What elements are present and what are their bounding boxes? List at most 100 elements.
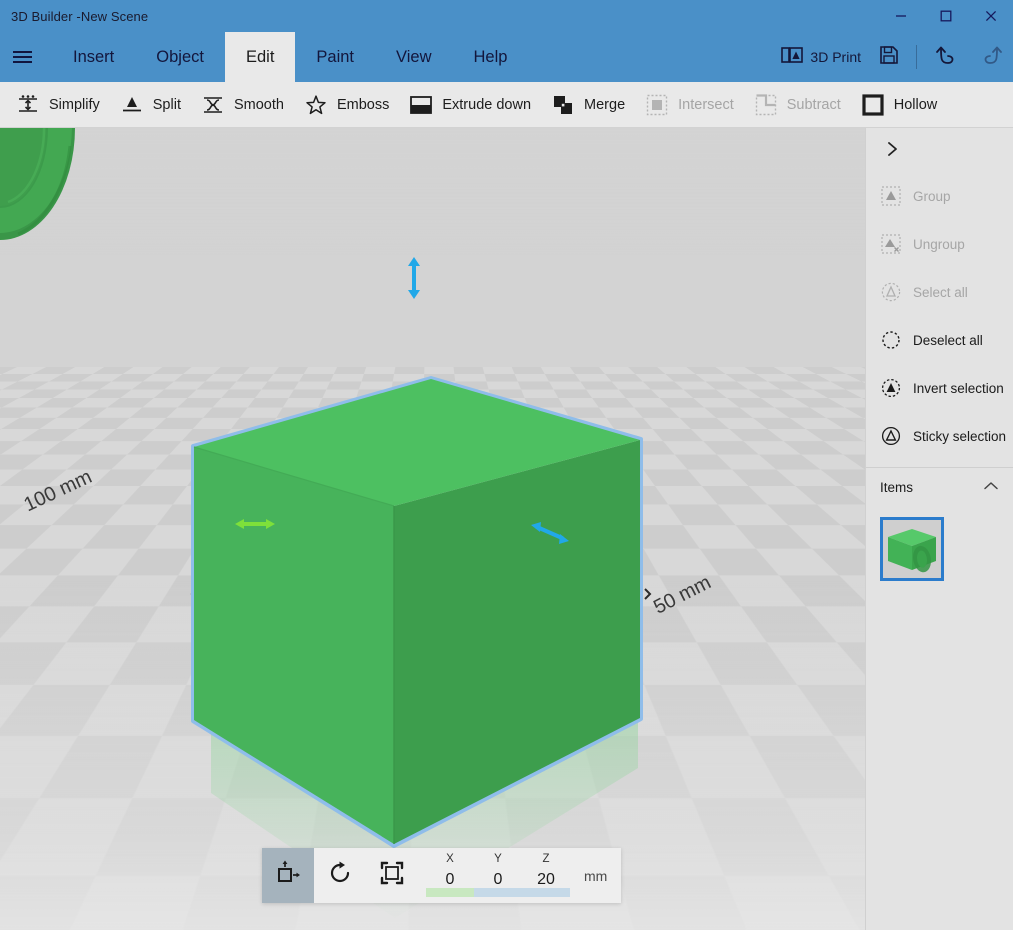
x-value: 0 <box>445 870 455 888</box>
select-all-icon <box>880 281 902 303</box>
undo-button[interactable] <box>925 32 969 82</box>
move-z-arrow-handle[interactable] <box>404 256 424 305</box>
window-controls <box>878 0 1013 32</box>
sidebar-item-ungroup[interactable]: Ungroup <box>866 220 1013 268</box>
sidebar-item-group[interactable]: Group <box>866 172 1013 220</box>
move-x-arrow-handle[interactable] <box>234 513 276 540</box>
tab-edit[interactable]: Edit <box>224 32 296 82</box>
command-toolbar: Simplify Split Smooth Emboss Extrude dow… <box>0 82 1013 128</box>
emboss-button[interactable]: Emboss <box>294 82 399 128</box>
tab-view-label: View <box>396 47 432 66</box>
tab-object[interactable]: Object <box>135 32 225 82</box>
chevron-right-icon <box>884 140 900 161</box>
expand-panel-button[interactable] <box>866 128 1013 172</box>
subtract-button[interactable]: Subtract <box>744 82 851 128</box>
move-y-arrow-handle[interactable] <box>529 518 571 553</box>
3d-print-label: 3D Print <box>810 49 861 65</box>
sidebar-item-select-all[interactable]: Select all <box>866 268 1013 316</box>
sidebar-item-invert-selection[interactable]: Invert selection <box>866 364 1013 412</box>
tab-view[interactable]: View <box>375 32 452 82</box>
emboss-icon <box>304 93 328 117</box>
save-button[interactable] <box>870 32 908 82</box>
sidebar-item-sticky-selection[interactable]: Sticky selection <box>866 412 1013 460</box>
merge-icon <box>551 93 575 117</box>
intersect-icon <box>645 93 669 117</box>
rotate-mode-button[interactable] <box>314 848 366 903</box>
sidebar-item-deselect-all[interactable]: Deselect all <box>866 316 1013 364</box>
smooth-label: Smooth <box>233 96 284 113</box>
scale-mode-button[interactable] <box>366 848 418 903</box>
sidebar-item-ungroup-label: Ungroup <box>913 236 965 252</box>
item-thumbnail-cube-image <box>888 529 936 573</box>
smooth-button[interactable]: Smooth <box>191 82 294 128</box>
emboss-label: Emboss <box>336 96 390 113</box>
tab-insert[interactable]: Insert <box>52 32 135 82</box>
redo-button[interactable] <box>969 32 1013 82</box>
toolbar-divider <box>916 45 917 69</box>
minimize-button[interactable] <box>878 0 923 32</box>
intersect-button[interactable]: Intersect <box>635 82 744 128</box>
sticky-selection-icon <box>880 425 902 447</box>
embossed-zero <box>520 618 624 880</box>
menubar-actions: 3D Print <box>772 32 1013 82</box>
z-field[interactable]: Z 20 <box>522 848 570 903</box>
z-value: 20 <box>537 870 555 888</box>
deselect-all-icon <box>880 329 902 351</box>
tab-insert-label: Insert <box>73 47 115 66</box>
menu-bar: Insert Object Edit Paint View Help 3D Pr… <box>0 32 1013 82</box>
y-field[interactable]: Y 0 <box>474 848 522 903</box>
subtract-label: Subtract <box>786 96 841 113</box>
chevron-up-icon[interactable] <box>983 480 999 495</box>
tab-object-label: Object <box>156 47 204 66</box>
3d-viewport[interactable]: 100 mm 50 mm X 0 Y 0 Z 20 mm <box>0 128 865 930</box>
items-list <box>866 507 1013 581</box>
tab-paint[interactable]: Paint <box>295 32 375 82</box>
sidebar-item-select-all-label: Select all <box>913 284 968 300</box>
simplify-icon <box>16 93 40 117</box>
3d-print-button[interactable]: 3D Print <box>772 32 870 82</box>
simplify-button[interactable]: Simplify <box>6 82 110 128</box>
x-field[interactable]: X 0 <box>426 848 474 903</box>
title-bar: 3D Builder -New Scene <box>0 0 1013 32</box>
z-underline <box>522 888 570 897</box>
tab-help[interactable]: Help <box>452 32 528 82</box>
hollow-icon <box>861 93 885 117</box>
merge-label: Merge <box>584 96 626 113</box>
invert-selection-icon <box>880 377 902 399</box>
hamburger-menu-button[interactable] <box>0 32 44 82</box>
scale-icon <box>379 860 405 891</box>
ungroup-icon <box>880 233 902 255</box>
move-mode-button[interactable] <box>262 848 314 903</box>
3d-print-icon <box>781 45 804 70</box>
hollow-button[interactable]: Hollow <box>851 82 948 128</box>
tab-help-label: Help <box>473 47 508 66</box>
cube-object[interactable] <box>0 128 865 930</box>
item-thumbnail-cube[interactable] <box>880 517 944 581</box>
extrude-down-label: Extrude down <box>442 96 532 113</box>
tab-edit-label: Edit <box>245 47 275 66</box>
extrude-down-button[interactable]: Extrude down <box>399 82 541 128</box>
group-icon <box>880 185 902 207</box>
hollow-label: Hollow <box>893 96 938 113</box>
sidebar-item-invert-selection-label: Invert selection <box>913 380 1004 396</box>
y-value: 0 <box>493 870 503 888</box>
y-label: Y <box>494 853 502 866</box>
simplify-label: Simplify <box>49 96 100 113</box>
maximize-button[interactable] <box>923 0 968 32</box>
z-label: Z <box>542 853 550 866</box>
app-title: 3D Builder -New Scene <box>11 8 149 24</box>
merge-button[interactable]: Merge <box>541 82 635 128</box>
undo-icon <box>934 43 960 72</box>
cube-geometry <box>0 128 643 918</box>
right-panel: Group Ungroup Select all Deselect all In… <box>865 128 1013 930</box>
close-button[interactable] <box>968 0 1013 32</box>
move-icon <box>275 860 301 891</box>
items-title: Items <box>880 480 914 495</box>
save-icon <box>879 45 899 70</box>
split-button[interactable]: Split <box>110 82 191 128</box>
tab-paint-label: Paint <box>316 47 355 66</box>
y-underline <box>474 888 522 897</box>
items-section-header[interactable]: Items <box>866 467 1013 507</box>
split-label: Split <box>152 96 181 113</box>
sidebar-item-deselect-all-label: Deselect all <box>913 332 983 348</box>
